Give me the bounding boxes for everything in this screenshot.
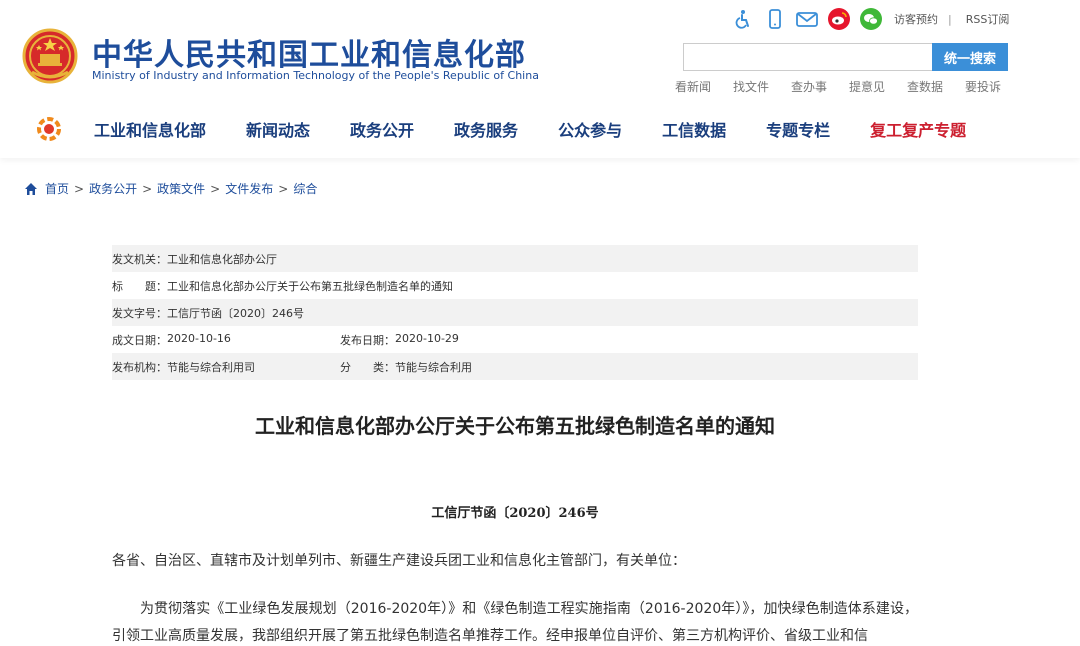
article-doc-number: 工信厅节函〔2020〕246号	[431, 506, 599, 521]
wechat-icon[interactable]	[858, 6, 884, 32]
site-english-name: Ministry of Industry and Information Tec…	[92, 69, 539, 82]
meta-value: 工信厅节函〔2020〕246号	[167, 306, 304, 320]
meta-label: 成文日期：	[112, 333, 167, 347]
nav-item-topics[interactable]: 专题专栏	[766, 117, 830, 141]
nav-item-gov-services[interactable]: 政务服务	[454, 117, 518, 141]
breadcrumb: 首页 > 政务公开 > 政策文件 > 文件发布 > 综合	[24, 180, 317, 197]
meta-value: 2020-10-16	[167, 331, 231, 345]
meta-row-dates: 成文日期： 2020-10-16 发布日期： 2020-10-29	[112, 326, 918, 353]
meta-label: 发布机构：	[112, 360, 167, 374]
breadcrumb-doc-release[interactable]: 文件发布	[225, 180, 273, 197]
breadcrumb-home[interactable]: 首页	[45, 180, 69, 197]
weibo-icon[interactable]	[826, 6, 852, 32]
document-meta-table: 发文机关： 工业和信息化部办公厅 标 题： 工业和信息化部办公厅关于公布第五批绿…	[112, 245, 918, 380]
nav-item-gov-affairs[interactable]: 政务公开	[350, 117, 414, 141]
nav-item-news[interactable]: 新闻动态	[246, 117, 310, 141]
nav-logo-icon[interactable]	[36, 116, 62, 142]
meta-value: 节能与综合利用	[395, 360, 472, 374]
article-title: 工业和信息化部办公厅关于公布第五批绿色制造名单的通知	[255, 414, 775, 438]
quick-link-feedback[interactable]: 提意见	[849, 78, 907, 95]
meta-label: 发文机关：	[112, 252, 167, 266]
meta-row-org: 发布机构： 节能与综合利用司 分 类： 节能与综合利用	[112, 353, 918, 380]
quick-link-news[interactable]: 看新闻	[675, 78, 733, 95]
meta-value: 工业和信息化部办公厅关于公布第五批绿色制造名单的通知	[167, 279, 453, 293]
quick-links: 看新闻 找文件 查办事 提意见 查数据 要投诉	[675, 78, 1023, 95]
quick-link-complaint[interactable]: 要投诉	[965, 78, 1023, 95]
nav-item-public[interactable]: 公众参与	[558, 117, 622, 141]
top-tools: 访客预约 | RSS订阅	[730, 6, 1009, 32]
meta-label: 发文字号：	[112, 306, 167, 320]
tool-separator: |	[948, 12, 952, 26]
meta-label: 标 题：	[112, 279, 167, 293]
meta-label: 分 类：	[340, 360, 395, 374]
meta-row-docno: 发文字号： 工信厅节函〔2020〕246号	[112, 299, 918, 326]
mail-icon[interactable]	[794, 6, 820, 32]
nav-item-data[interactable]: 工信数据	[662, 117, 726, 141]
meta-label: 发布日期：	[340, 333, 395, 347]
home-icon	[25, 182, 37, 195]
article-paragraph: 为贯彻落实《工业绿色发展规划（2016-2020年）》和《绿色制造工程实施指南（…	[112, 601, 918, 644]
nav-item-ministry[interactable]: 工业和信息化部	[94, 117, 206, 141]
meta-row-title: 标 题： 工业和信息化部办公厅关于公布第五批绿色制造名单的通知	[112, 272, 918, 299]
site-name[interactable]: 中华人民共和国工业和信息化部	[92, 30, 526, 74]
quick-link-data[interactable]: 查数据	[907, 78, 965, 95]
meta-value: 工业和信息化部办公厅	[167, 252, 277, 266]
article-salutation: 各省、自治区、直辖市及计划单列市、新疆生产建设兵团工业和信息化主管部门，有关单位…	[112, 553, 686, 569]
meta-row-issuer: 发文机关： 工业和信息化部办公厅	[112, 245, 918, 272]
breadcrumb-policy-docs[interactable]: 政策文件	[157, 180, 205, 197]
quick-link-services[interactable]: 查办事	[791, 78, 849, 95]
breadcrumb-general[interactable]: 综合	[293, 180, 317, 197]
meta-value: 节能与综合利用司	[167, 360, 255, 374]
meta-value: 2020-10-29	[395, 331, 459, 345]
main-nav: 工业和信息化部 新闻动态 政务公开 政务服务 公众参与 工信数据 专题专栏 复工…	[36, 114, 966, 144]
rss-link[interactable]: RSS订阅	[966, 11, 1010, 27]
search-input[interactable]	[683, 43, 933, 71]
search-button[interactable]: 统一搜索	[932, 43, 1008, 71]
visitor-appointment-link[interactable]: 访客预约	[894, 11, 938, 27]
mobile-icon[interactable]	[762, 6, 788, 32]
quick-link-files[interactable]: 找文件	[733, 78, 791, 95]
accessibility-icon[interactable]	[730, 6, 756, 32]
site-header: 中华人民共和国工业和信息化部 Ministry of Industry and …	[0, 0, 1080, 158]
nav-item-resumption[interactable]: 复工复产专题	[870, 117, 966, 141]
breadcrumb-gov-affairs[interactable]: 政务公开	[89, 180, 137, 197]
national-emblem-icon[interactable]	[22, 28, 78, 84]
